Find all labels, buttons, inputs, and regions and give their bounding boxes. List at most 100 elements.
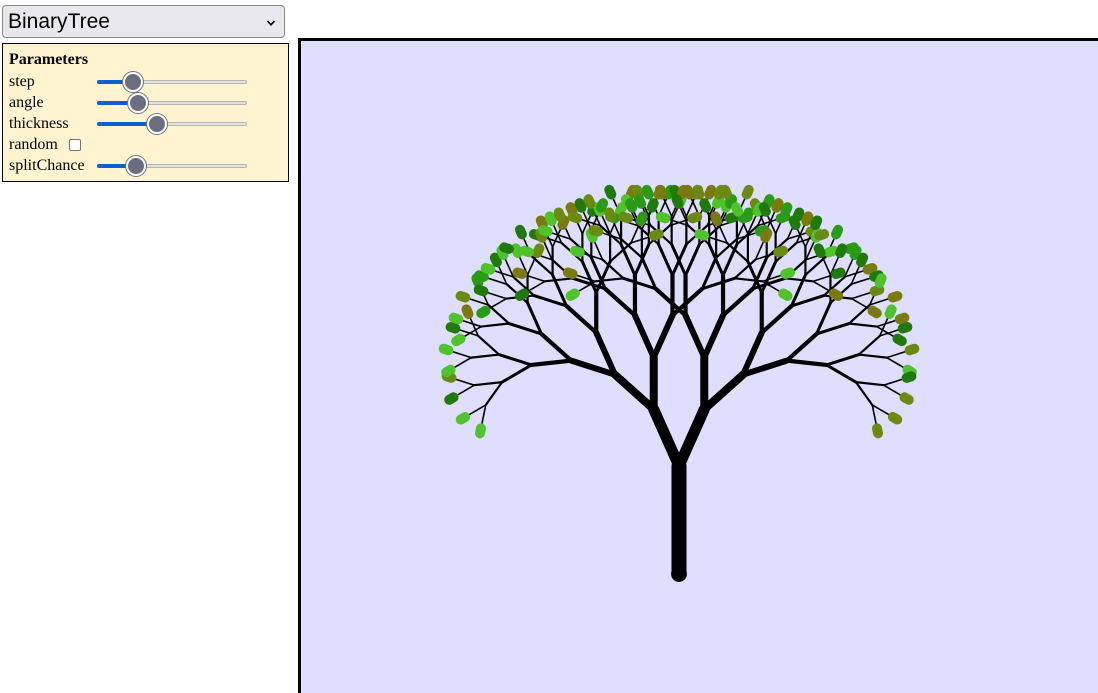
param-row-thickness: thickness xyxy=(9,113,282,134)
branch xyxy=(885,350,909,359)
branch xyxy=(701,312,727,361)
branch xyxy=(850,297,872,311)
branch xyxy=(854,381,874,406)
branch xyxy=(486,297,508,311)
tree-type-selected-value: BinaryTree xyxy=(8,10,110,33)
random-checkbox[interactable] xyxy=(69,139,81,151)
branch xyxy=(857,353,888,359)
leaf xyxy=(451,333,466,347)
branch xyxy=(871,404,893,417)
leaf xyxy=(741,184,754,200)
leaf xyxy=(887,412,903,425)
branch xyxy=(610,370,658,414)
tree-canvas[interactable] xyxy=(298,38,1098,693)
param-row-step: step xyxy=(9,71,282,92)
slider-thumb[interactable] xyxy=(126,156,146,176)
leaf xyxy=(904,343,920,356)
branch xyxy=(525,280,546,294)
branch xyxy=(500,363,533,384)
branch xyxy=(673,403,710,472)
branch xyxy=(603,286,638,318)
branch xyxy=(551,226,563,248)
branch xyxy=(784,277,815,283)
tree-drawing xyxy=(438,184,920,582)
leaf xyxy=(438,343,454,356)
branch xyxy=(543,277,574,283)
angle-slider[interactable] xyxy=(97,93,247,113)
splitchance-slider[interactable] xyxy=(97,156,247,176)
branch xyxy=(480,404,487,428)
leaf xyxy=(778,288,793,301)
tree-type-select[interactable]: BinaryTree xyxy=(2,5,285,38)
leaf xyxy=(604,184,617,200)
leaf xyxy=(892,333,907,347)
leaf xyxy=(565,288,580,301)
branch xyxy=(650,312,676,361)
branch xyxy=(657,242,674,277)
branch xyxy=(720,286,755,318)
branch xyxy=(857,334,881,356)
param-label-random: random xyxy=(9,136,58,153)
branch xyxy=(477,334,501,356)
param-row-splitchance: splitChance xyxy=(9,155,282,176)
leaf xyxy=(872,423,884,439)
branch xyxy=(825,353,861,367)
branch xyxy=(451,356,473,370)
chevron-down-icon xyxy=(266,20,276,26)
leaf xyxy=(455,290,471,303)
leaf xyxy=(474,423,486,439)
leaf xyxy=(514,224,527,240)
branch xyxy=(854,381,885,387)
branch xyxy=(648,403,685,472)
branch xyxy=(449,350,473,359)
leaf xyxy=(835,243,848,258)
branch xyxy=(473,381,504,387)
branch xyxy=(497,353,533,367)
branch xyxy=(484,381,504,406)
branch xyxy=(871,404,878,428)
branch xyxy=(539,331,574,363)
leaf xyxy=(455,412,471,425)
branch xyxy=(529,358,574,368)
branch xyxy=(784,331,819,363)
thickness-slider[interactable] xyxy=(97,114,247,134)
branch xyxy=(564,303,599,335)
param-label-splitchance: splitChance xyxy=(9,157,85,174)
param-row-random: random xyxy=(9,134,282,155)
branch xyxy=(847,322,878,328)
branch xyxy=(885,356,907,370)
branch xyxy=(700,370,748,414)
param-label-angle: angle xyxy=(9,94,44,111)
leaf xyxy=(444,392,459,405)
leaf xyxy=(831,224,844,240)
branch xyxy=(631,312,657,361)
branch xyxy=(795,226,807,248)
branch xyxy=(452,377,476,386)
slider-thumb[interactable] xyxy=(147,114,167,134)
param-row-angle: angle xyxy=(9,92,282,113)
branch xyxy=(847,303,871,325)
branch xyxy=(684,242,701,277)
slider-thumb[interactable] xyxy=(123,72,143,92)
param-label-thickness: thickness xyxy=(9,115,69,132)
leaf xyxy=(887,290,903,303)
branch xyxy=(470,353,501,359)
branch xyxy=(825,363,858,384)
branch xyxy=(882,384,904,398)
parameters-title: Parameters xyxy=(9,51,89,68)
param-label-step: step xyxy=(9,73,35,90)
branch xyxy=(480,322,511,328)
branch xyxy=(850,291,874,300)
leaf xyxy=(899,392,914,405)
step-slider[interactable] xyxy=(97,72,247,92)
leaf xyxy=(694,229,710,241)
branch xyxy=(882,377,906,386)
parameters-panel: Parameters step angle thickness random s… xyxy=(2,43,289,182)
branch xyxy=(759,303,794,335)
branch xyxy=(484,291,508,300)
slider-thumb[interactable] xyxy=(127,93,148,113)
leaf xyxy=(648,229,664,241)
branch xyxy=(784,358,829,368)
branch xyxy=(465,404,487,417)
branch xyxy=(682,312,708,361)
